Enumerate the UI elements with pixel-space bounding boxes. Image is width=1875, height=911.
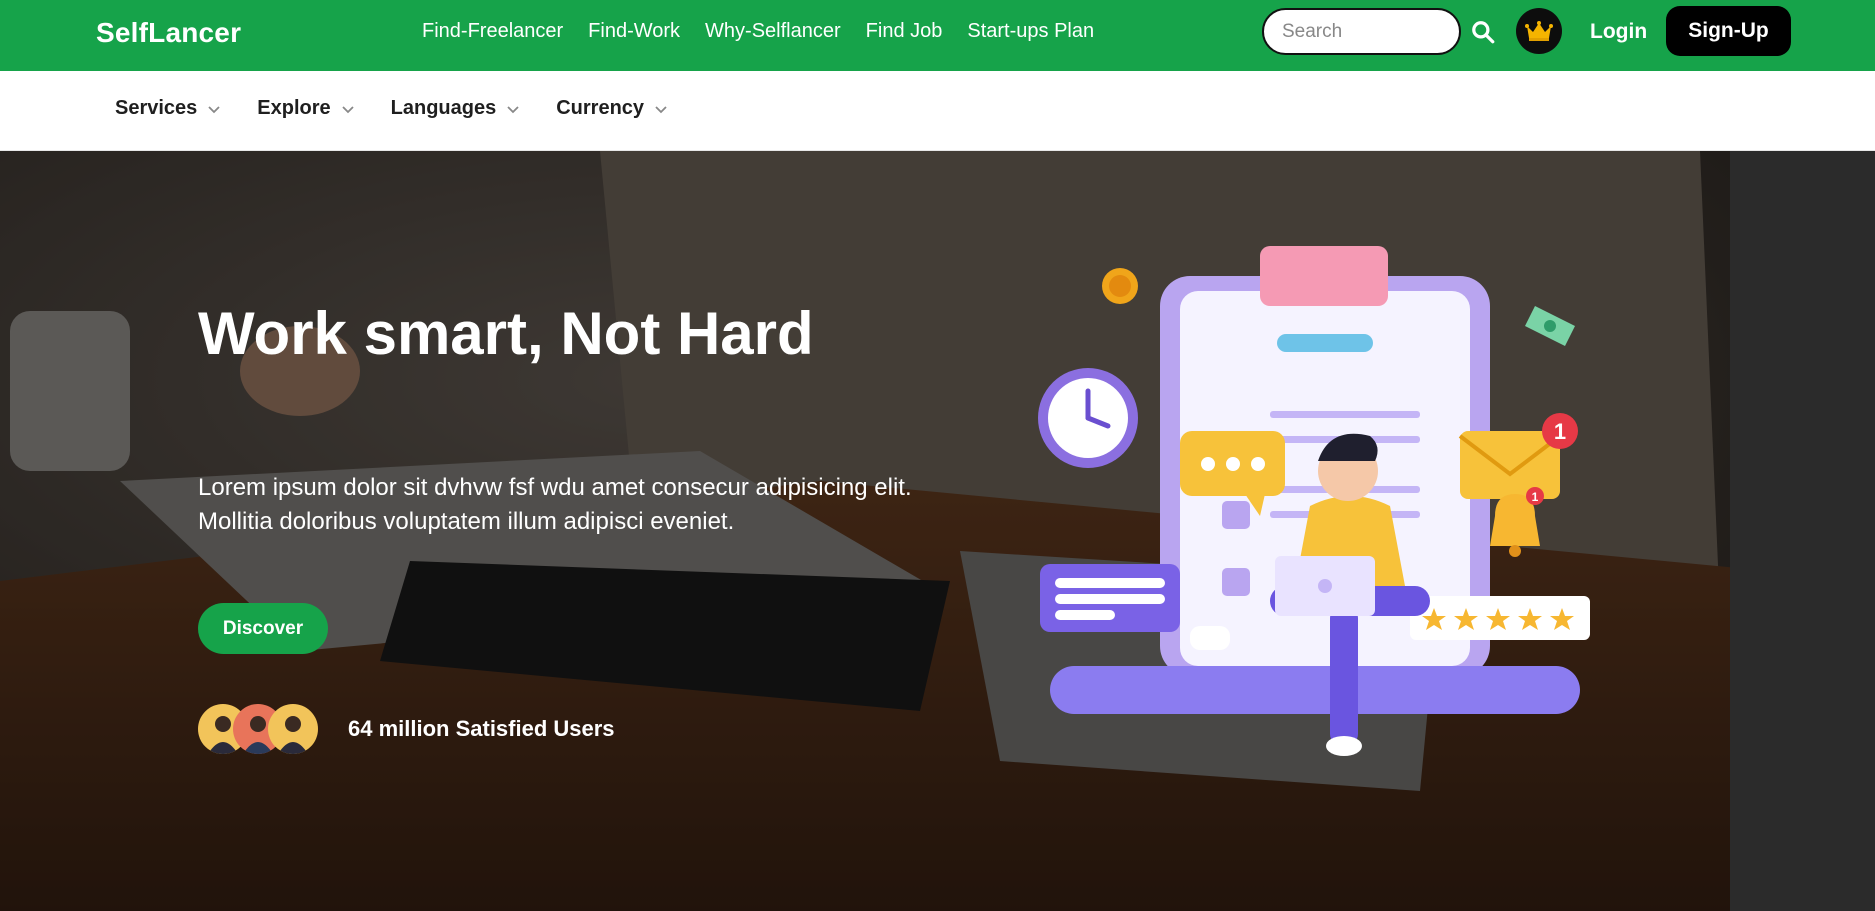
- user-avatar-stack: [198, 704, 328, 754]
- chevron-down-icon: [342, 105, 354, 113]
- nav-find-work[interactable]: Find-Work: [588, 20, 680, 43]
- satisfied-users-text: 64 million Satisfied Users: [348, 716, 615, 741]
- mail-badge-count: 1: [1554, 419, 1566, 444]
- discover-button[interactable]: Discover: [198, 603, 328, 654]
- crown-icon: [1525, 21, 1553, 41]
- nav-startups-plan[interactable]: Start-ups Plan: [967, 20, 1094, 43]
- nav-find-job[interactable]: Find Job: [866, 20, 943, 43]
- rating-card: [1410, 596, 1590, 640]
- money-icon: [1525, 306, 1575, 346]
- signup-button[interactable]: Sign-Up: [1666, 6, 1791, 56]
- nav-find-freelancer[interactable]: Find-Freelancer: [422, 20, 563, 43]
- hero-illustration: 1 1: [1038, 246, 1590, 756]
- hero-description: Lorem ipsum dolor sit dvhvw fsf wdu amet…: [198, 474, 912, 535]
- dropdown-label: Explore: [257, 97, 331, 119]
- dropdown-menu-bar: Services Explore Languages Currency: [115, 97, 668, 120]
- search-icon[interactable]: [1470, 19, 1496, 45]
- coin-icon: [1102, 268, 1138, 304]
- login-link[interactable]: Login: [1590, 20, 1647, 44]
- search-input[interactable]: [1262, 8, 1461, 55]
- chevron-down-icon: [208, 105, 220, 113]
- hero-section: Work smart, Not Hard Lorem ipsum dolor s…: [0, 151, 1875, 911]
- dropdown-explore[interactable]: Explore: [257, 97, 354, 120]
- dropdown-currency[interactable]: Currency: [556, 97, 668, 120]
- avatar: [268, 704, 318, 754]
- dropdown-label: Services: [115, 97, 198, 119]
- brand-logo[interactable]: SelfLancer: [96, 17, 241, 49]
- message-bubble-icon: [1040, 564, 1180, 632]
- bell-badge-count: 1: [1532, 490, 1539, 504]
- dropdown-label: Currency: [556, 97, 645, 119]
- premium-button[interactable]: [1516, 8, 1562, 54]
- hero-title: Work smart, Not Hard: [198, 300, 814, 367]
- top-navbar: SelfLancer Find-Freelancer Find-Work Why…: [0, 0, 1875, 71]
- main-nav: Find-Freelancer Find-Work Why-Selflancer…: [422, 20, 1094, 43]
- clock-icon: [1038, 368, 1138, 468]
- secondary-navbar: Services Explore Languages Currency: [0, 71, 1875, 151]
- dropdown-languages[interactable]: Languages: [391, 97, 521, 120]
- chevron-down-icon: [507, 105, 519, 113]
- dropdown-label: Languages: [390, 97, 497, 119]
- dropdown-services[interactable]: Services: [115, 97, 221, 120]
- chevron-down-icon: [655, 105, 667, 113]
- nav-why-selflancer[interactable]: Why-Selflancer: [705, 20, 841, 43]
